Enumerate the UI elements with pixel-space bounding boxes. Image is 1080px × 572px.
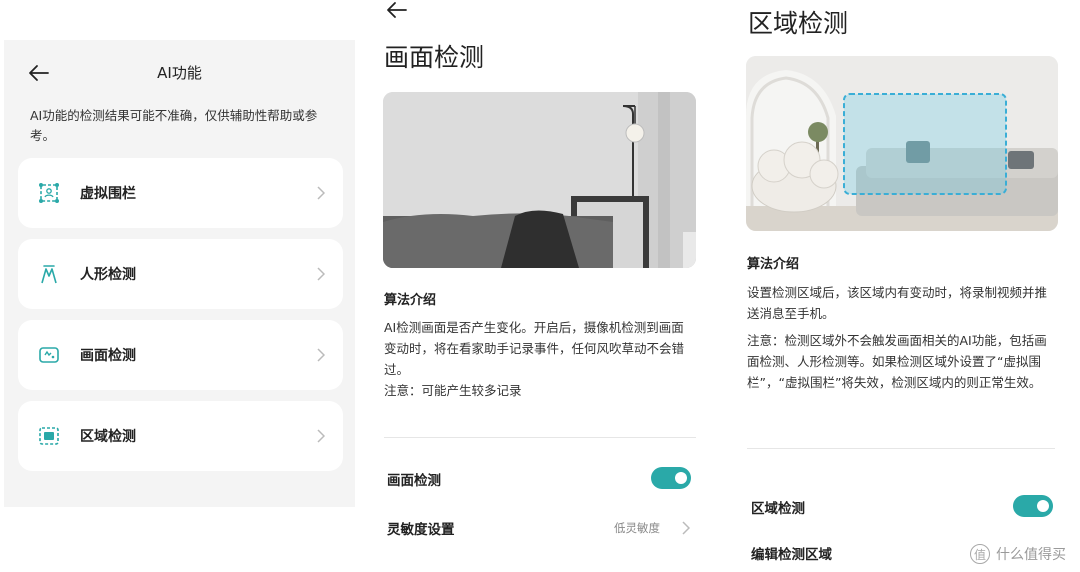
- menu-item-screen-detect[interactable]: 画面检测: [18, 320, 343, 390]
- page-title: AI功能: [157, 64, 202, 82]
- menu-item-area-detect[interactable]: 区域检测: [18, 401, 343, 471]
- living-room-photo: [383, 92, 696, 268]
- algorithm-description: AI检测画面是否产生变化。开启后，摄像机检测到画面变动时，将在看家助手记录事件，…: [384, 320, 685, 377]
- human-shape-icon: [41, 265, 57, 284]
- area-detect-panel: 区域检测 算法介绍 设置检测区域后，该区域内有变动时，将录制视频并推送消息至手机…: [733, 0, 1080, 572]
- disclaimer-text: AI功能的检测结果可能不准确，仅供辅助性帮助或参考。: [30, 108, 318, 143]
- sensitivity-setting-label[interactable]: 灵敏度设置: [387, 518, 455, 538]
- algorithm-note: 注意：可能产生较多记录: [384, 383, 522, 398]
- algorithm-description: 设置检测区域后，该区域内有变动时，将录制视频并推送消息至手机。: [747, 285, 1048, 321]
- chevron-right-icon: [317, 267, 325, 281]
- area-detect-toggle-label: 区域检测: [751, 501, 805, 517]
- screen-detect-icon: [39, 347, 59, 363]
- algorithm-note: 注意：检测区域外不会触发画面相关的AI功能，包括画面检测、人形检测等。如果检测区…: [747, 333, 1047, 390]
- algorithm-title: 算法介绍: [384, 293, 437, 308]
- chevron-right-icon: [317, 348, 325, 362]
- menu-item-label: 区域检测: [80, 429, 136, 445]
- divider: [384, 437, 696, 438]
- page-title: 画面检测: [384, 43, 485, 72]
- chevron-right-icon[interactable]: [682, 521, 690, 535]
- area-detect-icon: [39, 427, 59, 445]
- divider: [747, 448, 1055, 449]
- toggle-knob: [1037, 500, 1049, 512]
- menu-item-virtual-fence[interactable]: 虚拟围栏: [18, 158, 343, 228]
- menu-item-human-detect[interactable]: 人形检测: [18, 239, 343, 309]
- watermark-text: 什么值得买: [996, 547, 1066, 563]
- sensitivity-value[interactable]: 低灵敏度: [614, 520, 660, 536]
- toggle-knob: [675, 472, 687, 484]
- back-arrow-icon[interactable]: [386, 0, 408, 20]
- screen-detect-panel: 画面检测 算法介绍 AI检测画面是否产生变化。开启后，摄像机检测到画面变动时，将…: [370, 0, 710, 572]
- watermark: 值 什么值得买: [970, 544, 1066, 564]
- page-title: 区域检测: [748, 9, 849, 38]
- menu-item-label: 人形检测: [80, 267, 136, 283]
- chevron-right-icon: [317, 186, 325, 200]
- menu-item-label: 画面检测: [80, 348, 136, 364]
- screen-detect-toggle-label: 画面检测: [387, 473, 441, 489]
- living-room-area-photo: [746, 56, 1058, 231]
- screen-detect-toggle[interactable]: [651, 467, 691, 489]
- watermark-logo-icon: 值: [970, 544, 990, 564]
- chevron-right-icon: [317, 429, 325, 443]
- edit-area-link[interactable]: 编辑检测区域: [751, 543, 832, 563]
- algorithm-title: 算法介绍: [747, 257, 800, 272]
- virtual-fence-icon: [39, 183, 59, 203]
- area-detect-toggle[interactable]: [1013, 495, 1053, 517]
- ai-functions-panel: AI功能 AI功能的检测结果可能不准确，仅供辅助性帮助或参考。 虚拟围栏 人形检…: [4, 40, 355, 507]
- menu-item-label: 虚拟围栏: [80, 186, 136, 202]
